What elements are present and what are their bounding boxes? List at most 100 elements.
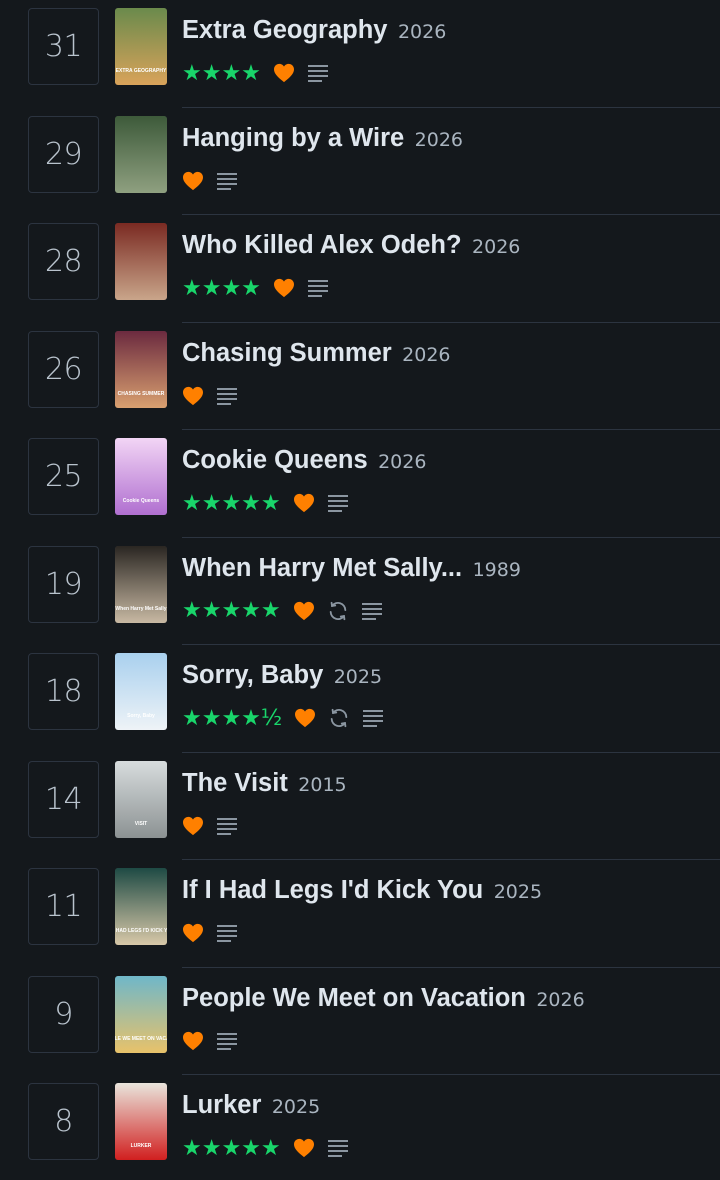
meta-line: [182, 381, 720, 411]
meta-line: [182, 811, 720, 841]
film-title[interactable]: If I Had Legs I'd Kick You: [182, 876, 483, 904]
day-box[interactable]: 28: [28, 223, 99, 300]
film-poster[interactable]: IF I HAD LEGS I'D KICK YOU: [115, 868, 167, 945]
diary-entry[interactable]: 18 Sorry, Baby Sorry, Baby 2025 ★★★★½: [0, 645, 720, 753]
film-year[interactable]: 2026: [472, 236, 520, 258]
film-title[interactable]: Cookie Queens: [182, 446, 368, 474]
heart-icon: [182, 816, 204, 836]
meta-line: [182, 166, 720, 196]
title-line: People We Meet on Vacation 2026: [182, 982, 720, 1018]
film-info: People We Meet on Vacation 2026: [182, 982, 720, 1056]
star-rating: ★★★★★: [182, 1135, 281, 1161]
film-year[interactable]: 2026: [398, 21, 446, 43]
film-poster[interactable]: VISIT: [115, 760, 167, 838]
review-icon: [216, 1031, 238, 1051]
poster-caption: EXTRA GEOGRAPHY: [116, 68, 167, 74]
heart-icon: [273, 63, 295, 83]
poster-caption: VISIT: [135, 821, 148, 827]
review-icon: [216, 816, 238, 836]
film-title[interactable]: Chasing Summer: [182, 339, 392, 367]
diary-entry[interactable]: 26 CHASING SUMMER Chasing Summer 2026: [0, 323, 720, 430]
film-info: The Visit 2015: [182, 767, 720, 841]
film-poster[interactable]: When Harry Met Sally: [115, 545, 167, 623]
day-box[interactable]: 11: [28, 868, 99, 945]
film-title[interactable]: Sorry, Baby: [182, 661, 323, 689]
day-number: 29: [44, 136, 83, 172]
film-poster[interactable]: EXTRA GEOGRAPHY: [115, 8, 167, 85]
day-number: 8: [54, 1104, 73, 1139]
day-number: 9: [54, 996, 73, 1032]
film-title[interactable]: The Visit: [182, 769, 288, 797]
film-poster[interactable]: [115, 223, 167, 300]
diary-entry[interactable]: 8 LURKER Lurker 2025 ★★★★★: [0, 1075, 720, 1180]
poster-caption: Sorry, Baby: [127, 713, 155, 719]
film-poster[interactable]: PEOPLE WE MEET ON VACATION: [115, 975, 167, 1053]
film-year[interactable]: 2026: [415, 129, 463, 151]
film-info: Cookie Queens 2026 ★★★★★: [182, 444, 720, 518]
day-box[interactable]: 19: [28, 545, 99, 623]
day-box[interactable]: 29: [28, 115, 99, 193]
film-poster[interactable]: CHASING SUMMER: [115, 330, 167, 408]
review-icon: [362, 708, 384, 728]
heart-icon: [294, 708, 316, 728]
day-box[interactable]: 9: [28, 975, 99, 1053]
diary-entry[interactable]: 11 IF I HAD LEGS I'D KICK YOU If I Had L…: [0, 860, 720, 968]
diary-entry[interactable]: 28 Who Killed Alex Odeh? 2026 ★★★★: [0, 215, 720, 323]
heart-icon: [182, 1031, 204, 1051]
diary-entry[interactable]: 14 VISIT The Visit 2015: [0, 753, 720, 860]
film-poster[interactable]: Sorry, Baby: [115, 653, 167, 730]
day-box[interactable]: 14: [28, 760, 99, 838]
day-number: 26: [44, 351, 83, 387]
day-number: 18: [44, 674, 83, 709]
day-box[interactable]: 8: [28, 1083, 99, 1160]
star-rating: ★★★★: [182, 60, 261, 86]
film-title[interactable]: When Harry Met Sally...: [182, 554, 462, 582]
film-year[interactable]: 1989: [473, 559, 521, 581]
heart-icon: [182, 171, 204, 191]
title-line: Who Killed Alex Odeh? 2026: [182, 229, 720, 265]
title-line: Hanging by a Wire 2026: [182, 122, 720, 158]
film-title[interactable]: People We Meet on Vacation: [182, 984, 526, 1012]
meta-line: ★★★★★: [182, 488, 720, 518]
day-box[interactable]: 25: [28, 438, 99, 515]
diary-entry[interactable]: 31 EXTRA GEOGRAPHY Extra Geography 2026 …: [0, 0, 720, 108]
title-line: Extra Geography 2026: [182, 14, 720, 50]
diary-entry[interactable]: 9 PEOPLE WE MEET ON VACATION People We M…: [0, 968, 720, 1075]
diary-entry[interactable]: 25 Cookie Queens Cookie Queens 2026 ★★★★…: [0, 430, 720, 538]
poster-caption: LURKER: [131, 1143, 152, 1149]
film-year[interactable]: 2025: [494, 881, 542, 903]
film-year[interactable]: 2026: [378, 451, 426, 473]
review-icon: [327, 493, 349, 513]
film-info: Lurker 2025 ★★★★★: [182, 1089, 720, 1163]
film-year[interactable]: 2015: [298, 774, 346, 796]
diary-entry[interactable]: 29 Hanging by a Wire 2026: [0, 108, 720, 215]
review-icon: [216, 171, 238, 191]
review-icon: [307, 278, 329, 298]
star-rating: ★★★★★: [182, 490, 281, 516]
film-year[interactable]: 2026: [402, 344, 450, 366]
review-icon: [327, 1138, 349, 1158]
day-number: 11: [44, 889, 83, 924]
film-poster[interactable]: [115, 115, 167, 193]
film-info: When Harry Met Sally... 1989 ★★★★★: [182, 552, 720, 626]
film-year[interactable]: 2025: [334, 666, 382, 688]
day-number: 14: [44, 781, 83, 817]
film-title[interactable]: Lurker: [182, 1091, 261, 1119]
film-title[interactable]: Who Killed Alex Odeh?: [182, 231, 462, 259]
film-poster[interactable]: Cookie Queens: [115, 438, 167, 515]
film-year[interactable]: 2026: [536, 989, 584, 1011]
rewatch-icon: [328, 707, 350, 729]
title-line: If I Had Legs I'd Kick You 2025: [182, 874, 720, 910]
heart-icon: [182, 923, 204, 943]
diary-entry[interactable]: 19 When Harry Met Sally When Harry Met S…: [0, 538, 720, 645]
meta-line: [182, 918, 720, 948]
day-box[interactable]: 26: [28, 330, 99, 408]
film-title[interactable]: Hanging by a Wire: [182, 124, 404, 152]
star-rating: ★★★★: [182, 275, 261, 301]
meta-line: [182, 1026, 720, 1056]
film-title[interactable]: Extra Geography: [182, 16, 387, 44]
day-box[interactable]: 18: [28, 653, 99, 730]
day-box[interactable]: 31: [28, 8, 99, 85]
film-year[interactable]: 2025: [272, 1096, 320, 1118]
film-poster[interactable]: LURKER: [115, 1083, 167, 1160]
